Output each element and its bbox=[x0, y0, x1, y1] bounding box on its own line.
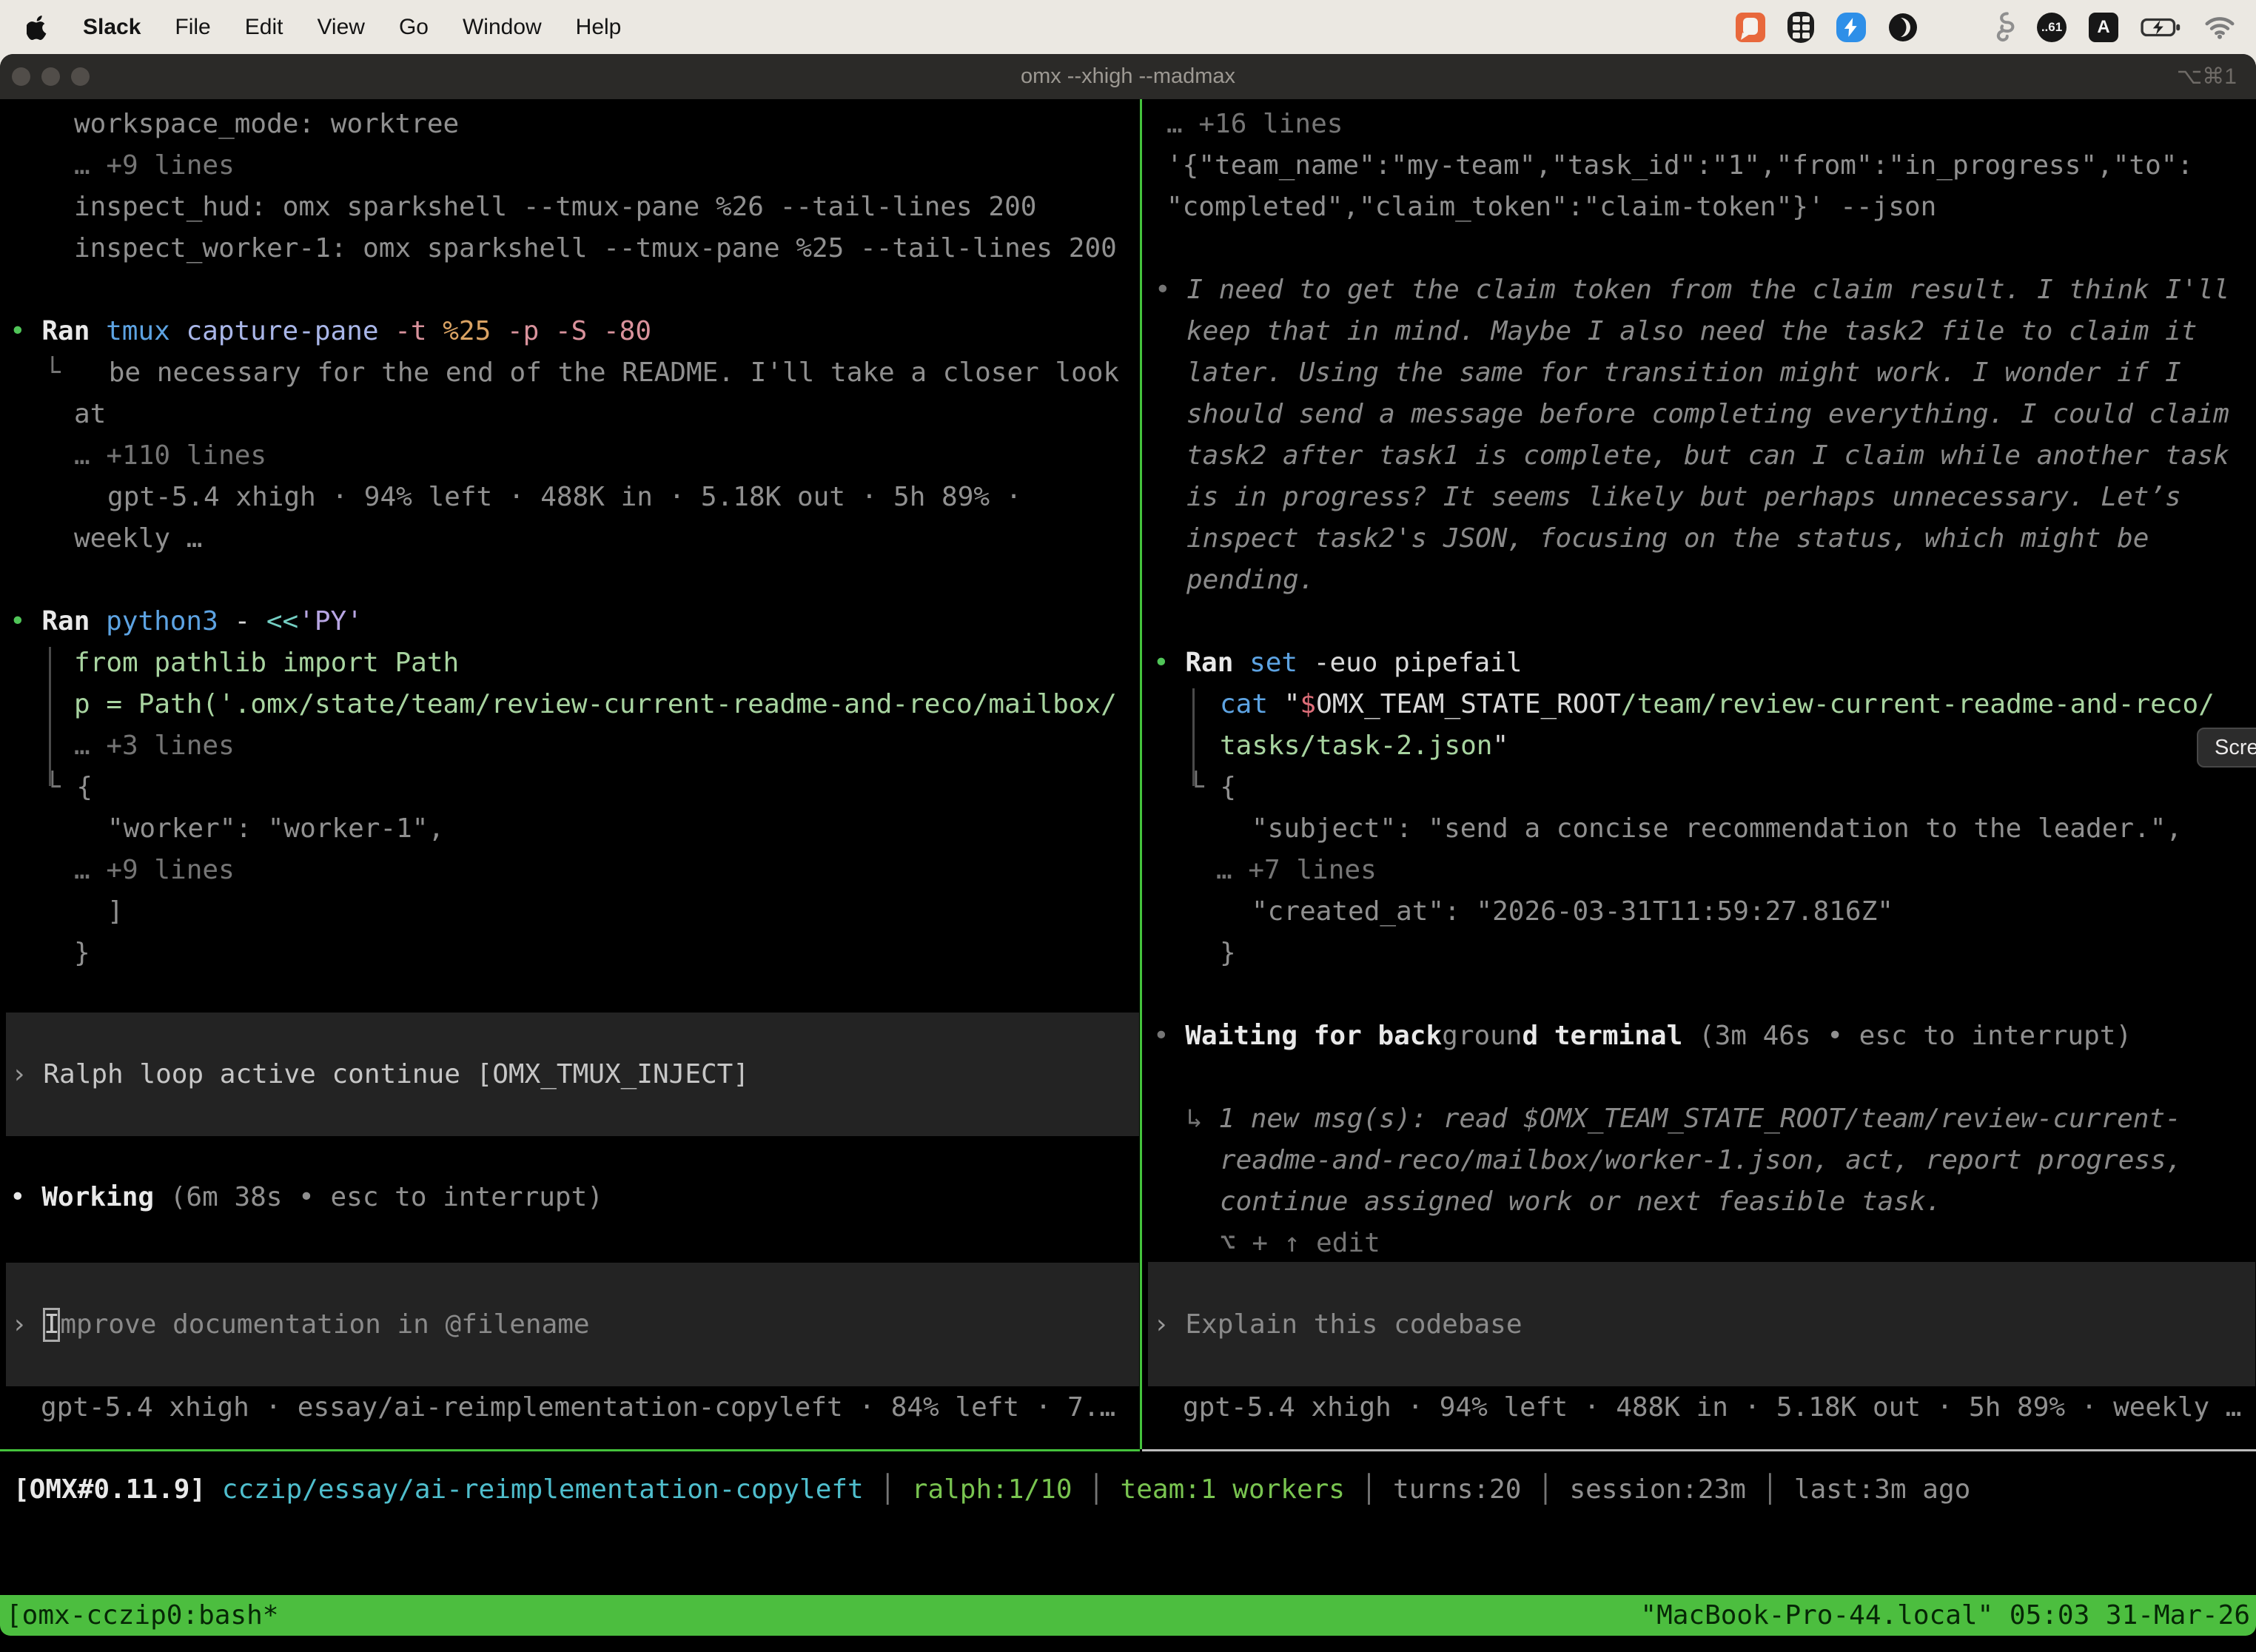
terminal-window: omx --xhigh --madmax ⌥⌘1 › Ralph loop ac… bbox=[0, 54, 2256, 1636]
menu-item-edit[interactable]: Edit bbox=[245, 15, 283, 40]
terminal-line: └ { bbox=[1188, 767, 1236, 808]
pane-border-bottom-right bbox=[1142, 1449, 2256, 1451]
terminal-line: from pathlib import Path bbox=[74, 642, 459, 684]
pane-border-bottom-left bbox=[0, 1449, 1140, 1451]
input-prompt-chevron: › bbox=[1153, 1309, 1185, 1340]
terminal-line: workspace_mode: worktree bbox=[74, 104, 459, 145]
input-prompt-chevron: › bbox=[11, 1309, 43, 1340]
terminal-line: p = Path('.omx/state/team/review-current… bbox=[74, 684, 1117, 725]
apple-icon bbox=[27, 14, 49, 41]
terminal-line: inspect task2's JSON, focusing on the st… bbox=[1186, 518, 2149, 560]
terminal-line: … +9 lines bbox=[74, 850, 235, 891]
menu-bar: Slack File Edit View Go Window Help ..61… bbox=[0, 0, 2256, 54]
input-source-icon[interactable]: A bbox=[2089, 13, 2118, 42]
terminal-line: • Working (6m 38s • esc to interrupt) bbox=[10, 1177, 603, 1218]
terminal-line: pending. bbox=[1186, 560, 1315, 601]
chat-app-icon[interactable] bbox=[1736, 13, 1765, 42]
tmux-host-clock: "MacBook-Pro-44.local" 05:03 31-Mar-26 bbox=[1640, 1600, 2250, 1631]
tmux-session-label: [omx-cczip0:bash* bbox=[6, 1600, 278, 1631]
crescent-app-icon[interactable] bbox=[1888, 13, 1918, 42]
inject-prompt-chevron: › bbox=[11, 1059, 43, 1089]
window-shortcut-hint: ⌥⌘1 bbox=[2177, 54, 2237, 99]
terminal-line: [OMX#0.11.9] cczip/essay/ai-reimplementa… bbox=[13, 1469, 1970, 1511]
terminal-line: gpt-5.4 xhigh · 94% left · 488K in · 5.1… bbox=[1183, 1387, 2241, 1428]
dots-grid-icon[interactable] bbox=[1940, 13, 1967, 41]
prompt-input-left[interactable]: › Improve documentation in @filename bbox=[6, 1263, 1139, 1386]
terminal[interactable]: › Ralph loop active continue [OMX_TMUX_I… bbox=[0, 99, 2256, 1595]
terminal-line: • Ran set -euo pipefail bbox=[1153, 642, 1523, 684]
terminal-line: … +7 lines bbox=[1216, 850, 1377, 891]
squiggle-icon[interactable] bbox=[1990, 11, 2015, 44]
terminal-line: … +110 lines bbox=[74, 435, 266, 477]
terminal-line: } bbox=[1220, 933, 1236, 974]
terminal-line: should send a message before completing … bbox=[1186, 394, 2229, 435]
terminal-line: … +9 lines bbox=[74, 145, 235, 187]
terminal-line: task2 after task1 is complete, but can I… bbox=[1186, 435, 2229, 477]
terminal-line: └ be necessary for the end of the README… bbox=[44, 352, 1119, 394]
terminal-line: continue assigned work or next feasible … bbox=[1220, 1181, 1941, 1223]
terminal-line: } bbox=[74, 933, 90, 974]
terminal-line: • Ran tmux capture-pane -t %25 -p -S -80 bbox=[10, 311, 651, 352]
menu-item-window[interactable]: Window bbox=[463, 15, 542, 40]
menu-item-file[interactable]: File bbox=[175, 15, 210, 40]
wifi-icon[interactable] bbox=[2204, 16, 2235, 39]
terminal-line: tasks/task-2.json" bbox=[1220, 725, 1508, 767]
terminal-line: ↳ 1 new msg(s): read $OMX_TEAM_STATE_ROO… bbox=[1186, 1098, 2181, 1140]
menu-item-help[interactable]: Help bbox=[576, 15, 622, 40]
inject-banner: › Ralph loop active continue [OMX_TMUX_I… bbox=[6, 1013, 1139, 1136]
left-pane[interactable]: › Ralph loop active continue [OMX_TMUX_I… bbox=[0, 99, 1140, 1449]
terminal-line: is in progress? It seems likely but perh… bbox=[1186, 477, 2181, 518]
apple-menu[interactable] bbox=[27, 13, 50, 41]
count-badge-icon[interactable]: ..61 bbox=[2037, 13, 2067, 42]
blue-badge-icon[interactable] bbox=[1836, 13, 1866, 42]
right-pane[interactable]: › Explain this codebase … +16 lines'{"te… bbox=[1142, 99, 2256, 1449]
terminal-line: "worker": "worker-1", bbox=[107, 808, 444, 850]
terminal-line: inspect_hud: omx sparkshell --tmux-pane … bbox=[74, 187, 1036, 228]
terminal-line: cat "$OMX_TEAM_STATE_ROOT/team/review-cu… bbox=[1220, 684, 2215, 725]
terminal-line: gpt-5.4 xhigh · essay/ai-reimplementatio… bbox=[41, 1387, 1115, 1428]
menu-item-go[interactable]: Go bbox=[399, 15, 429, 40]
terminal-line: • I need to get the claim token from the… bbox=[1155, 269, 2229, 311]
inject-text: Ralph loop active continue [OMX_TMUX_INJ… bbox=[43, 1059, 749, 1089]
pane-divider[interactable] bbox=[1140, 99, 1142, 1449]
terminal-line: later. Using the same for transition mig… bbox=[1186, 352, 2181, 394]
terminal-line: … +16 lines bbox=[1166, 104, 1343, 145]
terminal-line: ] bbox=[107, 891, 124, 933]
code-block-connector bbox=[49, 647, 51, 786]
titlebar[interactable]: omx --xhigh --madmax ⌥⌘1 bbox=[0, 54, 2256, 99]
terminal-line: "created_at": "2026-03-31T11:59:27.816Z" bbox=[1252, 891, 1893, 933]
terminal-line: "subject": "send a concise recommendatio… bbox=[1252, 808, 2182, 850]
prompt-input-right[interactable]: › Explain this codebase bbox=[1148, 1262, 2255, 1386]
menu-item-view[interactable]: View bbox=[317, 15, 364, 40]
input-placeholder: mprove documentation in @filename bbox=[60, 1309, 589, 1340]
shield-grid-icon[interactable] bbox=[1787, 12, 1814, 43]
menu-app-name[interactable]: Slack bbox=[83, 15, 141, 40]
text-cursor: I bbox=[43, 1308, 60, 1342]
terminal-line: inspect_worker-1: omx sparkshell --tmux-… bbox=[74, 228, 1117, 269]
terminal-line: • Waiting for background terminal (3m 46… bbox=[1153, 1015, 2132, 1057]
tmux-status-bar: [omx-cczip0:bash* "MacBook-Pro-44.local"… bbox=[0, 1595, 2256, 1636]
input-placeholder: Explain this codebase bbox=[1185, 1309, 1522, 1340]
terminal-line: └ { bbox=[44, 767, 93, 808]
terminal-line: at bbox=[74, 394, 106, 435]
window-title: omx --xhigh --madmax bbox=[0, 54, 2256, 99]
tooltip: Scre bbox=[2197, 728, 2256, 768]
terminal-line: … +3 lines bbox=[74, 725, 235, 767]
terminal-line: • Ran python3 - <<'PY' bbox=[10, 601, 363, 642]
terminal-line: "completed","claim_token":"claim-token"}… bbox=[1166, 187, 1936, 228]
terminal-line: ⌥ + ↑ edit bbox=[1220, 1223, 1380, 1264]
terminal-line: weekly … bbox=[74, 518, 202, 560]
terminal-line: readme-and-reco/mailbox/worker-1.json, a… bbox=[1220, 1140, 2182, 1181]
terminal-line: gpt-5.4 xhigh · 94% left · 488K in · 5.1… bbox=[107, 477, 1021, 518]
terminal-line: keep that in mind. Maybe I also need the… bbox=[1186, 311, 2197, 352]
terminal-line: '{"team_name":"my-team","task_id":"1","f… bbox=[1166, 145, 2193, 187]
battery-icon[interactable] bbox=[2141, 16, 2182, 38]
